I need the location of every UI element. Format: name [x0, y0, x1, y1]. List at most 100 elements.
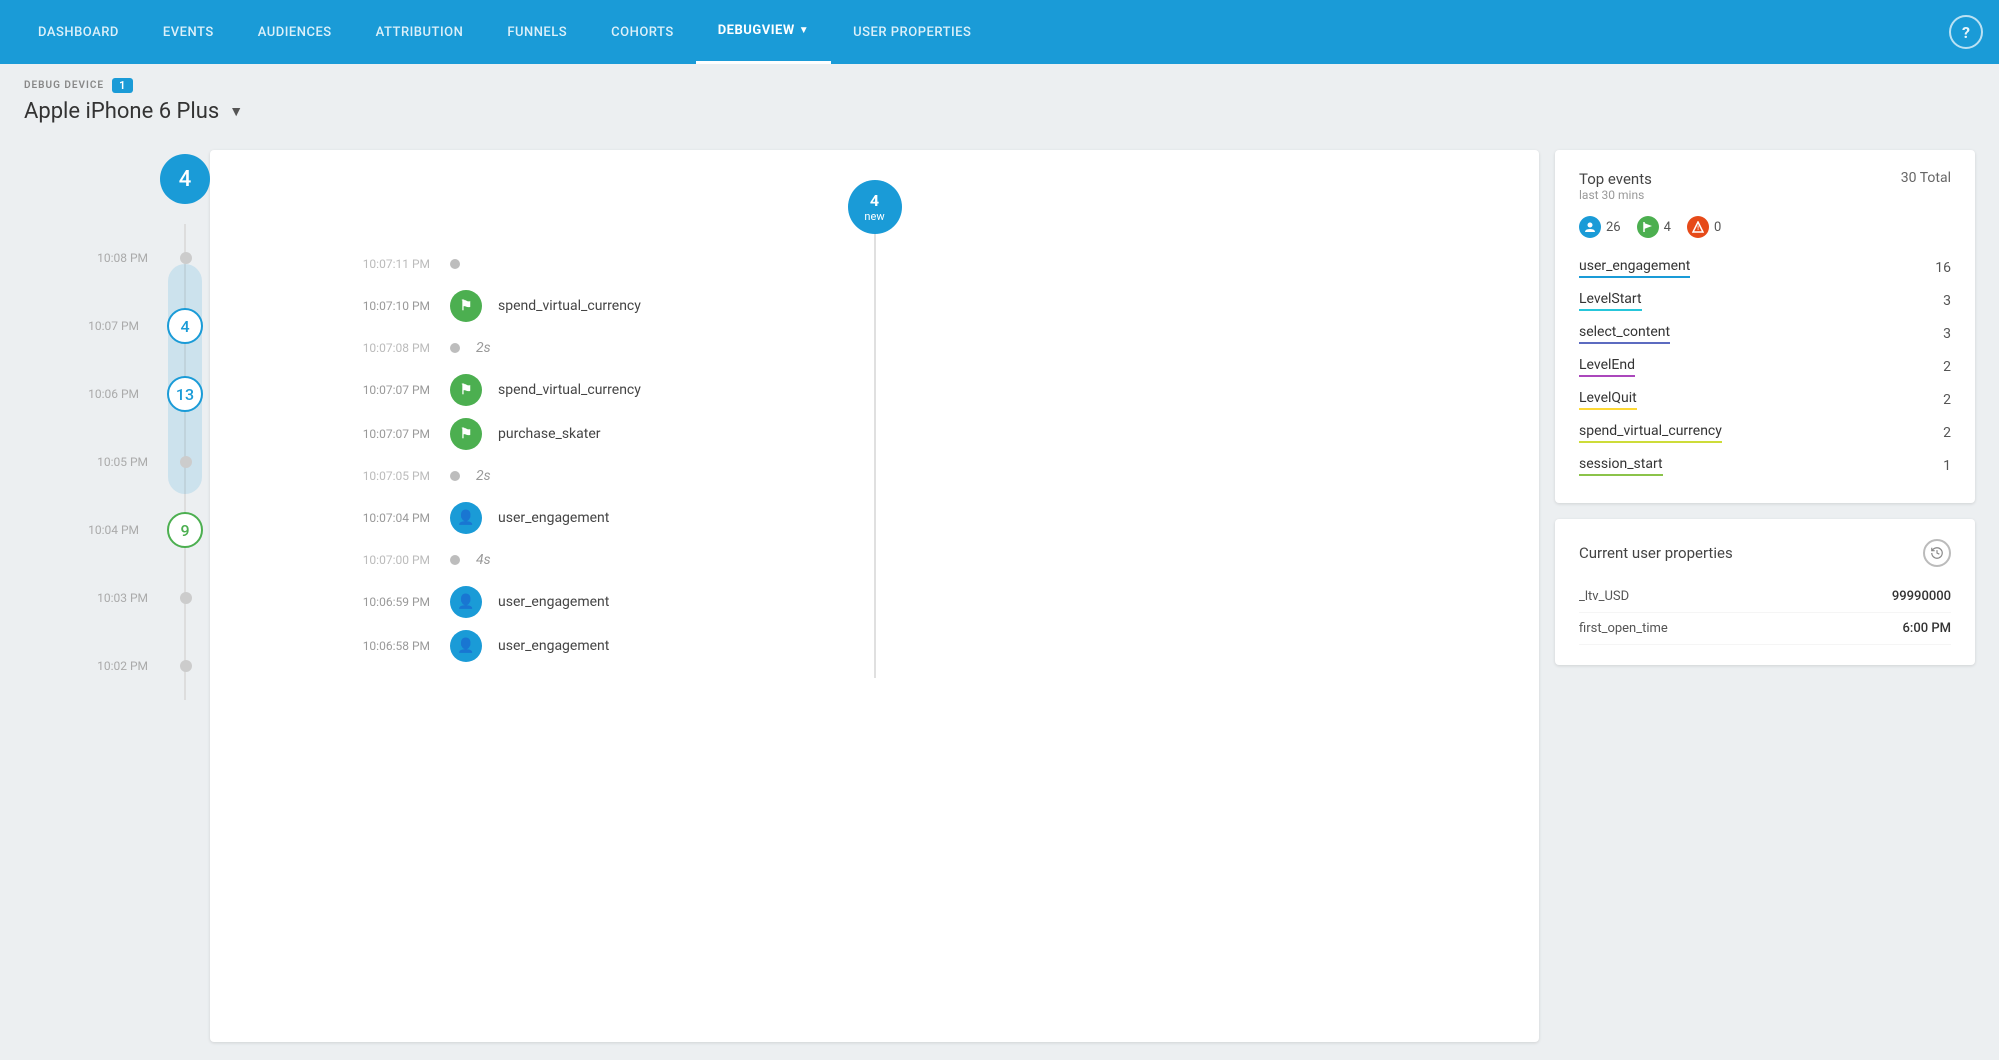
history-button[interactable] — [1923, 539, 1951, 567]
event-row-gap-2s-2: 10:07:05 PM 2s — [210, 456, 1539, 496]
debug-device-label: DEBUG DEVICE 1 — [24, 78, 1975, 93]
event-row-spend1[interactable]: 10:07:10 PM ⚑ spend_virtual_currency — [210, 284, 1539, 328]
nav-funnels[interactable]: FUNNELS — [485, 0, 589, 64]
time-label-1008: 10:08 PM — [82, 251, 162, 265]
person-icon-2: 👤 — [457, 594, 474, 610]
event-name-engagement1: user_engagement — [498, 510, 609, 526]
nav-attribution[interactable]: ATTRIBUTION — [354, 0, 486, 64]
event-row-gap-4s: 10:07:00 PM 4s — [210, 540, 1539, 580]
device-dropdown-arrow: ▼ — [229, 103, 243, 120]
person-icon-small — [1584, 221, 1596, 233]
event-list-row-0[interactable]: user_engagement 16 — [1579, 252, 1951, 285]
timeline-row-1006: 10:06 PM 13 — [24, 360, 210, 428]
nav-events[interactable]: EVENTS — [141, 0, 236, 64]
prop-list: _ltv_USD 99990000 first_open_time 6:00 P… — [1579, 581, 1951, 645]
time-label-1002: 10:02 PM — [82, 659, 162, 673]
svg-text:!: ! — [1697, 225, 1699, 232]
history-icon — [1930, 546, 1944, 560]
event-list-count-4: 2 — [1943, 392, 1951, 408]
timeline-row-1008: 10:08 PM — [24, 224, 210, 292]
event-list-row-1[interactable]: LevelStart 3 — [1579, 285, 1951, 318]
flag-icon-3: ⚑ — [460, 426, 473, 442]
event-list-name-4: LevelQuit — [1579, 390, 1637, 410]
nav-audiences[interactable]: AUDIENCES — [236, 0, 354, 64]
event-gap-2s-2: 2s — [476, 468, 491, 484]
event-time-100708: 10:07:08 PM — [290, 341, 430, 355]
blue-count-dot — [1579, 216, 1601, 238]
event-row-engagement1[interactable]: 10:07:04 PM 👤 user_engagement — [210, 496, 1539, 540]
event-icon-blue-person: 👤 — [450, 502, 482, 534]
event-name-spend2: spend_virtual_currency — [498, 382, 641, 398]
nav-debugview[interactable]: DEBUGVIEW ▼ — [696, 0, 831, 64]
event-name-engagement3: user_engagement — [498, 638, 609, 654]
event-list-row-5[interactable]: spend_virtual_currency 2 — [1579, 417, 1951, 450]
orange-count-dot: ! — [1687, 216, 1709, 238]
time-label-1007: 10:07 PM — [73, 319, 153, 333]
event-icon-green-flag: ⚑ — [450, 290, 482, 322]
debugview-dropdown-arrow: ▼ — [799, 25, 809, 36]
timeline-row-1007: 10:07 PM 4 — [24, 292, 210, 360]
event-list-count-3: 2 — [1943, 359, 1951, 375]
event-list-row-6[interactable]: session_start 1 — [1579, 450, 1951, 483]
top-events-sub: last 30 mins — [1579, 188, 1652, 202]
timeline-circle-1004[interactable]: 9 — [167, 512, 203, 548]
event-list-row-4[interactable]: LevelQuit 2 — [1579, 384, 1951, 417]
event-row-spend2[interactable]: 10:07:07 PM ⚑ spend_virtual_currency — [210, 368, 1539, 412]
top-events-total: 30 Total — [1901, 170, 1951, 186]
event-name-engagement2: user_engagement — [498, 594, 609, 610]
event-list-name-6: session_start — [1579, 456, 1663, 476]
prop-row-ltv: _ltv_USD 99990000 — [1579, 581, 1951, 613]
nav-dashboard[interactable]: DASHBOARD — [16, 0, 141, 64]
event-time-100707a: 10:07:07 PM — [290, 383, 430, 397]
blue-count-value: 26 — [1606, 220, 1621, 235]
top-events-card: Top events last 30 mins 30 Total 26 4 — [1555, 150, 1975, 503]
event-list-name-0: user_engagement — [1579, 258, 1690, 278]
count-blue: 26 — [1579, 216, 1621, 238]
nav-cohorts[interactable]: COHORTS — [589, 0, 696, 64]
top-events-title: Top events — [1579, 170, 1652, 188]
event-list-row-2[interactable]: select_content 3 — [1579, 318, 1951, 351]
event-gap-4s: 4s — [476, 552, 491, 568]
event-type-counts: 26 4 ! 0 — [1579, 216, 1951, 238]
prop-key-first-open: first_open_time — [1579, 621, 1668, 636]
new-count: 4 — [870, 191, 879, 210]
time-label-1006: 10:06 PM — [73, 387, 153, 401]
event-list: user_engagement 16 LevelStart 3 select_c… — [1579, 252, 1951, 483]
new-events-badge[interactable]: 4 new — [848, 180, 902, 234]
user-props-title: Current user properties — [1579, 544, 1733, 562]
event-row-gap-top: 10:07:11 PM — [210, 244, 1539, 284]
event-row-engagement3[interactable]: 10:06:58 PM 👤 user_engagement — [210, 624, 1539, 668]
time-label-1005: 10:05 PM — [82, 455, 162, 469]
timeline-circle-1006[interactable]: 13 — [167, 376, 203, 412]
timeline-circle-1007[interactable]: 4 — [167, 308, 203, 344]
timeline-dot-1002 — [180, 660, 192, 672]
event-icon-green-flag-3: ⚑ — [450, 418, 482, 450]
event-icon-blue-person-3: 👤 — [450, 630, 482, 662]
flag-icon: ⚑ — [460, 298, 473, 314]
orange-count-value: 0 — [1714, 220, 1721, 235]
device-selector[interactable]: Apple iPhone 6 Plus ▼ — [24, 99, 1975, 124]
flag-icon-2: ⚑ — [460, 382, 473, 398]
event-time-100700: 10:07:00 PM — [290, 553, 430, 567]
prop-row-first-open: first_open_time 6:00 PM — [1579, 613, 1951, 645]
event-row-engagement2[interactable]: 10:06:59 PM 👤 user_engagement — [210, 580, 1539, 624]
timeline-row-1002: 10:02 PM — [24, 632, 210, 700]
event-icon-green-flag-2: ⚑ — [450, 374, 482, 406]
event-name-spend1: spend_virtual_currency — [498, 298, 641, 314]
help-button[interactable]: ? — [1949, 15, 1983, 49]
event-list-name-2: select_content — [1579, 324, 1670, 344]
event-time-100707b: 10:07:07 PM — [290, 427, 430, 441]
nav-bar: DASHBOARD EVENTS AUDIENCES ATTRIBUTION F… — [0, 0, 1999, 64]
event-list-row-3[interactable]: LevelEnd 2 — [1579, 351, 1951, 384]
green-count-dot — [1637, 216, 1659, 238]
nav-user-properties[interactable]: USER PROPERTIES — [831, 0, 993, 64]
event-list-name-5: spend_virtual_currency — [1579, 423, 1722, 443]
count-green: 4 — [1637, 216, 1671, 238]
events-panel: 4 new 10:07:11 PM 10:07:10 PM ⚑ spend_vi… — [210, 150, 1539, 1042]
event-list-count-6: 1 — [1943, 458, 1951, 474]
user-properties-card: Current user properties _ltv_USD 9999000… — [1555, 519, 1975, 665]
event-row-purchase[interactable]: 10:07:07 PM ⚑ purchase_skater — [210, 412, 1539, 456]
event-icon-blue-person-2: 👤 — [450, 586, 482, 618]
event-name-purchase: purchase_skater — [498, 426, 601, 442]
person-icon: 👤 — [457, 510, 474, 526]
